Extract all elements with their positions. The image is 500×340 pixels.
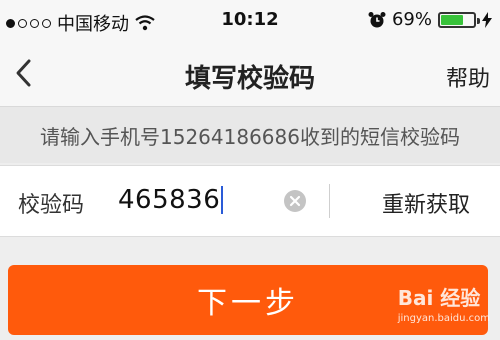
baidu-jingyan-watermark: Bai 经验 jingyan.baidu.com (398, 282, 490, 324)
battery-icon (438, 11, 480, 28)
status-bar: 中国移动 10:12 69% (0, 0, 500, 40)
field-divider (329, 184, 330, 218)
watermark-url: jingyan.baidu.com (397, 313, 490, 324)
battery-cap (477, 17, 480, 24)
watermark-logo: Bai 经验 (397, 286, 481, 310)
charging-icon (482, 11, 492, 28)
verification-code-row: 校验码 465836 重新获取 (0, 165, 500, 237)
status-right: 69% (368, 9, 492, 30)
verification-code-input[interactable]: 465836 (118, 185, 224, 215)
clear-circle-icon[interactable] (284, 190, 306, 212)
alarm-icon (368, 11, 386, 27)
battery-fill (441, 14, 464, 25)
sms-hint-text: 请输入手机号15264186686收到的短信校验码 (40, 124, 460, 149)
page-title: 填写校验码 (184, 64, 315, 94)
help-button[interactable]: 帮助 (446, 61, 490, 93)
next-step-label: 下一步 (197, 286, 299, 321)
code-label: 校验码 (18, 193, 85, 218)
battery-percent: 69% (391, 9, 432, 30)
resend-code-button[interactable]: 重新获取 (382, 187, 470, 219)
text-caret (221, 186, 224, 214)
nav-bar: 填写校验码 帮助 (0, 40, 500, 107)
sms-hint: 请输入手机号15264186686收到的短信校验码 (0, 107, 500, 163)
code-value-text: 465836 (118, 185, 221, 215)
